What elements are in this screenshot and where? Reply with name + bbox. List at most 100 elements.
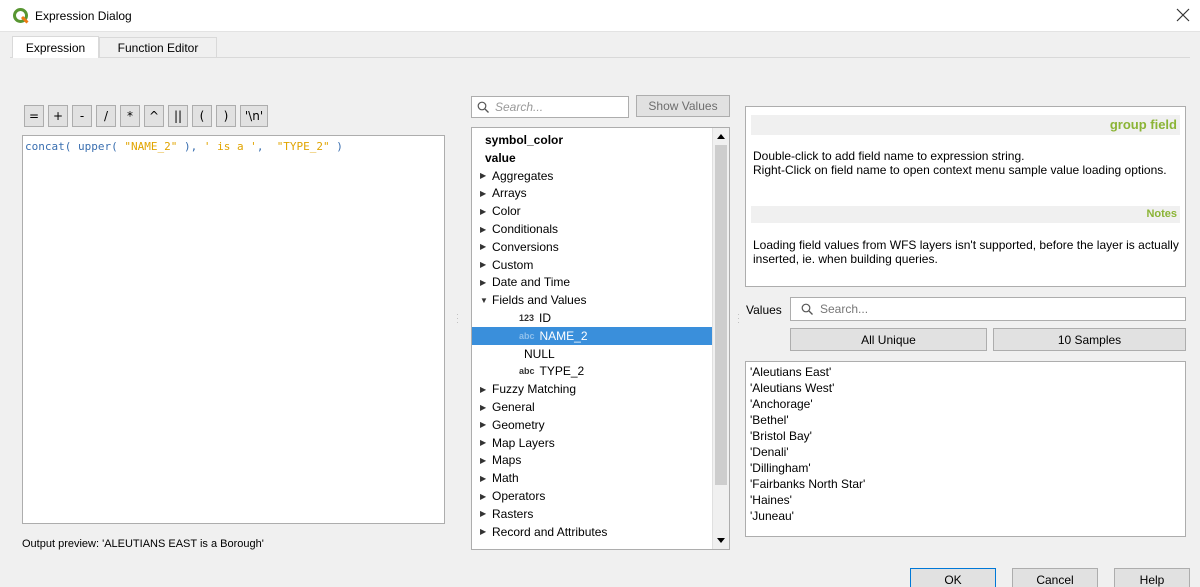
tree-item[interactable]: ▶ Geometry: [472, 416, 713, 434]
help-group-text-1: Double-click to add field name to expres…: [753, 149, 1025, 163]
window-title: Expression Dialog: [35, 8, 132, 23]
scroll-down-icon[interactable]: [717, 538, 725, 543]
scroll-thumb[interactable]: [715, 145, 727, 485]
value-item[interactable]: 'Juneau': [750, 508, 1181, 524]
expression-string-token: "TYPE_2": [276, 140, 330, 153]
expand-closed-icon[interactable]: ▶: [480, 225, 492, 234]
output-preview: Output preview: 'ALEUTIANS EAST is a Bor…: [22, 538, 264, 550]
tree-item[interactable]: ▶ Date and Time: [472, 273, 713, 291]
expression-code-token: ,: [256, 140, 277, 153]
tree-item[interactable]: symbol_color: [472, 131, 713, 149]
tree-item-label: Math: [492, 471, 519, 486]
help-group-title: group field: [751, 115, 1180, 135]
help-group-text-2: Right-Click on field name to open contex…: [753, 163, 1167, 177]
value-item[interactable]: 'Dillingham': [750, 460, 1181, 476]
splitter-grip-left[interactable]: · · ·: [456, 310, 459, 327]
value-item[interactable]: 'Bristol Bay': [750, 428, 1181, 444]
tree-item-label: Maps: [492, 453, 522, 468]
tree-item[interactable]: ▶ Record and Attributes: [472, 523, 713, 541]
expand-closed-icon[interactable]: ▶: [480, 403, 492, 412]
all-unique-button[interactable]: All Unique: [790, 328, 987, 351]
function-search-input[interactable]: Search...: [471, 96, 629, 118]
tree-item[interactable]: 123 ID: [472, 309, 713, 327]
ten-samples-button[interactable]: 10 Samples: [993, 328, 1186, 351]
expand-closed-icon[interactable]: ▶: [480, 527, 492, 536]
help-notes-text: Loading field values from WFS layers isn…: [753, 238, 1179, 266]
operator-multiply-button[interactable]: *: [120, 105, 140, 127]
tree-item[interactable]: ▶ Arrays: [472, 184, 713, 202]
expand-closed-icon[interactable]: ▶: [480, 171, 492, 180]
expand-closed-icon[interactable]: ▶: [480, 509, 492, 518]
value-item[interactable]: 'Haines': [750, 492, 1181, 508]
expand-closed-icon[interactable]: ▶: [480, 207, 492, 216]
operator-plus-button[interactable]: +: [48, 105, 68, 127]
ok-button[interactable]: OK: [910, 568, 996, 587]
tab-function-editor[interactable]: Function Editor: [99, 37, 217, 58]
value-item[interactable]: 'Aleutians East': [750, 364, 1181, 380]
help-panel: group field Double-click to add field na…: [745, 106, 1186, 287]
operator-power-button[interactable]: ^: [144, 105, 164, 127]
expand-closed-icon[interactable]: ▶: [480, 456, 492, 465]
tree-item[interactable]: ▼ Fields and Values: [472, 291, 713, 309]
scroll-up-icon[interactable]: [717, 134, 725, 139]
value-item[interactable]: 'Anchorage': [750, 396, 1181, 412]
value-item[interactable]: 'Fairbanks North Star': [750, 476, 1181, 492]
operator-divide-button[interactable]: /: [96, 105, 116, 127]
tree-item[interactable]: ▶ Conversions: [472, 238, 713, 256]
search-icon: [477, 101, 489, 113]
operator-open-paren-button[interactable]: (: [192, 105, 212, 127]
tree-item[interactable]: ▶ Operators: [472, 487, 713, 505]
expression-code-token: concat( upper(: [25, 140, 125, 153]
tree-item[interactable]: ▶ Conditionals: [472, 220, 713, 238]
tree-scrollbar[interactable]: [712, 128, 729, 549]
expression-string-token: ' is a ': [203, 140, 257, 153]
tree-item[interactable]: ▶ Maps: [472, 451, 713, 469]
value-item[interactable]: 'Bethel': [750, 412, 1181, 428]
expand-closed-icon[interactable]: ▶: [480, 438, 492, 447]
expand-closed-icon[interactable]: ▶: [480, 385, 492, 394]
value-item[interactable]: 'Aleutians West': [750, 380, 1181, 396]
operator-close-paren-button[interactable]: ): [216, 105, 236, 127]
tree-item[interactable]: value: [472, 149, 713, 167]
help-button[interactable]: Help: [1114, 568, 1190, 587]
tree-item-label: NULL: [524, 346, 555, 361]
tree-item[interactable]: ▶ Math: [472, 469, 713, 487]
tree-item-label: TYPE_2: [539, 364, 585, 379]
value-item[interactable]: 'Denali': [750, 444, 1181, 460]
function-tree[interactable]: ▶ Record and Attributes ▶ Rasters ▶ Operators…: [471, 127, 730, 550]
expand-open-icon[interactable]: ▼: [480, 296, 492, 305]
function-search-placeholder: Search...: [495, 100, 544, 114]
tree-item[interactable]: ▶ Color: [472, 202, 713, 220]
expand-closed-icon[interactable]: ▶: [480, 189, 492, 198]
close-icon[interactable]: [1174, 6, 1192, 24]
show-values-button[interactable]: Show Values: [636, 95, 730, 117]
cancel-button[interactable]: Cancel: [1012, 568, 1098, 587]
tab-expression[interactable]: Expression: [12, 36, 99, 58]
tree-item[interactable]: ▶ Fuzzy Matching: [472, 380, 713, 398]
tree-item[interactable]: ▶ General: [472, 398, 713, 416]
tree-item[interactable]: ▶ Map Layers: [472, 434, 713, 452]
values-search-input[interactable]: Search...: [790, 297, 1186, 321]
tree-item[interactable]: ▶ Custom: [472, 256, 713, 274]
tree-item[interactable]: abc NAME_2: [472, 326, 713, 345]
expand-closed-icon[interactable]: ▶: [480, 242, 492, 251]
tree-item-label: value: [485, 150, 516, 165]
tree-item[interactable]: abc TYPE_2: [472, 362, 713, 380]
operator-newline-button[interactable]: '\n': [240, 105, 268, 127]
tree-item[interactable]: NULL: [472, 345, 713, 363]
expression-editor[interactable]: concat( upper( "NAME_2" ), ' is a ', "TY…: [22, 135, 445, 524]
expand-closed-icon[interactable]: ▶: [480, 474, 492, 483]
operator-concat-button[interactable]: ||: [168, 105, 188, 127]
expand-closed-icon[interactable]: ▶: [480, 260, 492, 269]
expand-closed-icon[interactable]: ▶: [480, 420, 492, 429]
operator-equals-button[interactable]: =: [24, 105, 44, 127]
tree-item-label: Conditionals: [492, 222, 559, 236]
expand-closed-icon[interactable]: ▶: [480, 278, 492, 287]
splitter-grip-right[interactable]: · · ·: [737, 310, 740, 327]
tree-item[interactable]: ▶ Rasters: [472, 505, 713, 523]
tree-item-label: Color: [492, 204, 521, 219]
operator-minus-button[interactable]: -: [72, 105, 92, 127]
expand-closed-icon[interactable]: ▶: [480, 492, 492, 501]
tree-item[interactable]: ▶ Aggregates: [472, 167, 713, 185]
values-list[interactable]: 'Aleutians East' 'Aleutians West' 'Anchora…: [745, 361, 1186, 537]
